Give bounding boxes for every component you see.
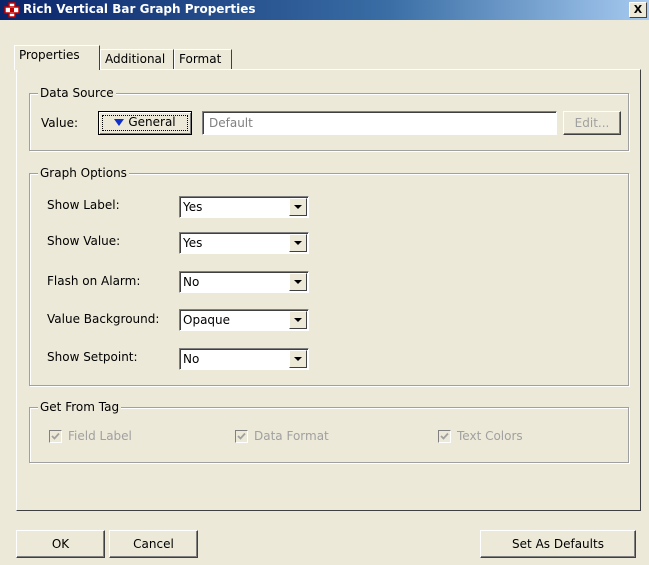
show-setpoint-label: Show Setpoint: [47,350,138,364]
group-label: Graph Options [38,166,129,180]
select-value: Opaque [183,313,231,327]
checkbox-icon[interactable] [235,430,248,443]
flash-on-alarm-label: Flash on Alarm: [47,274,141,288]
checkbox-icon[interactable] [49,430,62,443]
tab-additional[interactable]: Additional [100,49,174,69]
value-background-label: Value Background: [47,312,160,326]
ok-button[interactable]: OK [16,530,105,558]
graph-options-group: Graph Options Show Label: Yes Show Value… [29,166,629,386]
value-input[interactable]: Default [202,111,557,135]
show-value-select[interactable]: Yes [179,232,309,254]
tab-properties[interactable]: Properties [14,45,100,70]
tab-label: Additional [105,52,166,66]
text-colors-checkbox[interactable]: Text Colors [438,429,558,445]
group-label: Get From Tag [38,400,122,414]
tab-label: Properties [19,48,80,62]
group-label: Data Source [38,86,116,100]
general-button[interactable]: General [98,111,192,135]
chevron-down-icon[interactable] [289,311,307,329]
field-label-checkbox[interactable]: Field Label [49,429,169,445]
close-button[interactable]: X [629,2,647,18]
select-value: Yes [183,200,203,214]
select-value: No [183,352,200,366]
chevron-down-icon[interactable] [289,273,307,291]
get-from-tag-group: Get From Tag Field Label Data Format Tex… [29,400,629,463]
close-icon: X [633,3,643,16]
checkbox-icon[interactable] [438,430,451,443]
chevron-down-icon[interactable] [289,350,307,368]
chevron-down-icon[interactable] [289,234,307,252]
flash-on-alarm-select[interactable]: No [179,271,309,293]
select-value: Yes [183,236,203,250]
edit-button[interactable]: Edit... [563,111,621,135]
app-icon [4,2,20,18]
show-setpoint-select[interactable]: No [179,348,309,370]
set-as-defaults-button[interactable]: Set As Defaults [480,530,636,558]
show-value-label: Show Value: [47,234,121,248]
select-value: No [183,275,200,289]
tab-label: Format [179,52,222,66]
show-label-select[interactable]: Yes [179,196,309,218]
value-label: Value: [41,116,78,130]
value-background-select[interactable]: Opaque [179,309,309,331]
data-source-group: Data Source Value: General Default Edit.… [29,86,629,151]
checkbox-label: Text Colors [457,429,523,443]
button-bar: OK Cancel Set As Defaults [0,520,649,565]
data-format-checkbox[interactable]: Data Format [235,429,355,445]
chevron-down-icon[interactable] [289,198,307,216]
dialog-window: Rich Vertical Bar Graph Properties X Pro… [0,0,649,565]
show-label-label: Show Label: [47,198,120,212]
cancel-button[interactable]: Cancel [109,530,198,558]
checkbox-label: Data Format [254,429,329,443]
checkbox-label: Field Label [68,429,132,443]
tab-format[interactable]: Format [174,49,232,69]
focus-rect [102,115,188,131]
title-bar[interactable]: Rich Vertical Bar Graph Properties X [0,0,649,20]
window-title: Rich Vertical Bar Graph Properties [23,2,256,16]
